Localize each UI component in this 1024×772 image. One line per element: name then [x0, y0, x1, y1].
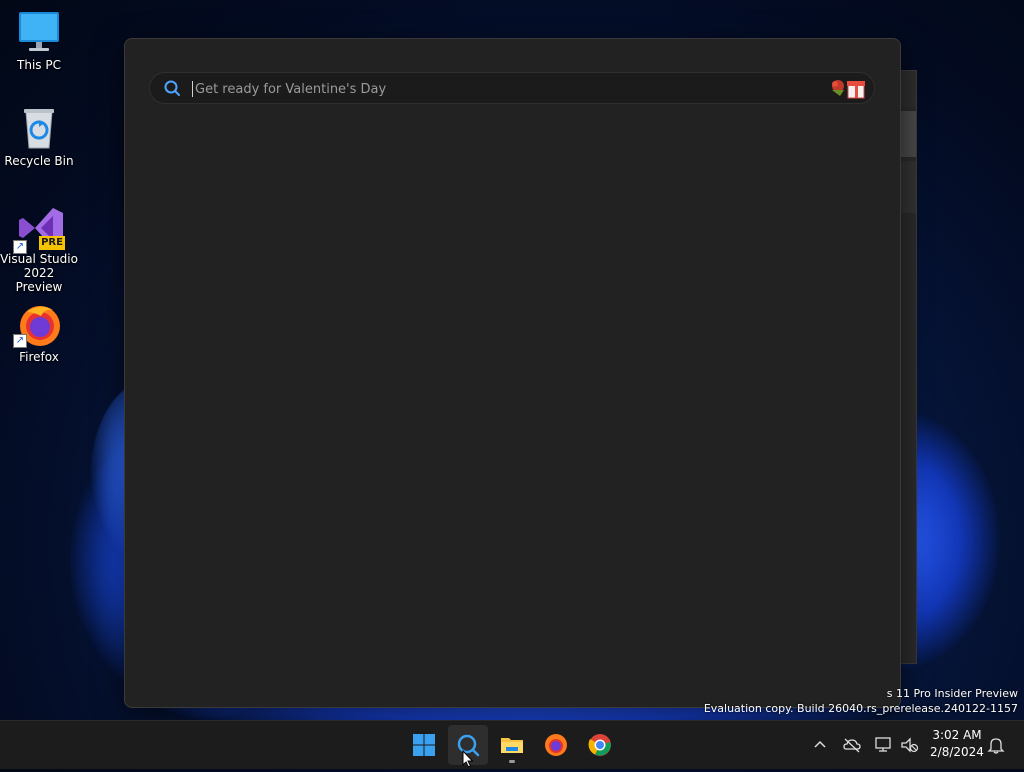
- chevron-up-icon[interactable]: [810, 735, 830, 755]
- clock-time: 3:02 AM: [932, 728, 982, 742]
- taskbar-firefox[interactable]: [536, 725, 576, 765]
- clock-date: 2/8/2024: [930, 745, 984, 759]
- volume-muted-icon[interactable]: [900, 735, 920, 755]
- notification-bell-icon[interactable]: [986, 735, 1006, 755]
- mouse-cursor: [462, 749, 474, 768]
- taskbar-file-explorer[interactable]: [492, 725, 532, 765]
- search-input[interactable]: [193, 75, 797, 103]
- desktop-icon-firefox[interactable]: ↗ Firefox: [0, 302, 78, 364]
- folder-icon: [500, 733, 524, 761]
- search-panel: [124, 38, 901, 708]
- firefox-icon: [544, 733, 568, 761]
- monitor-icon: [17, 10, 61, 54]
- running-indicator: [509, 760, 515, 763]
- chrome-icon: [588, 733, 612, 761]
- firefox-icon: ↗: [13, 302, 61, 348]
- desktop-icon-recycle-bin[interactable]: Recycle Bin: [0, 106, 78, 168]
- search-icon: [164, 80, 180, 96]
- visual-studio-preview-icon: PRE ↗: [13, 204, 65, 254]
- network-icon[interactable]: [874, 735, 894, 755]
- taskbar: 3:02 AM 2/8/2024: [0, 720, 1024, 769]
- shortcut-arrow-icon: ↗: [13, 240, 27, 254]
- desktop-icon-this-pc[interactable]: This PC: [0, 10, 78, 72]
- desktop-icon-visual-studio[interactable]: PRE ↗ Visual Studio 2022 Preview: [0, 204, 78, 294]
- start-button[interactable]: [404, 725, 444, 765]
- preview-badge: PRE: [41, 237, 63, 248]
- desktop-icon-label: Firefox: [19, 350, 59, 364]
- clock[interactable]: 3:02 AM 2/8/2024: [922, 727, 992, 761]
- desktop-icon-label: This PC: [17, 58, 61, 72]
- desktop-icon-label: Recycle Bin: [4, 154, 74, 168]
- watermark-line-2: Evaluation copy. Build 26040.rs_prerelea…: [703, 702, 1018, 715]
- search-box[interactable]: [149, 72, 875, 104]
- windows-start-icon: [412, 733, 436, 761]
- onedrive-offline-icon[interactable]: [842, 735, 862, 755]
- watermark-line-1: s 11 Pro Insider Preview: [886, 687, 1018, 700]
- recycle-bin-icon: [17, 106, 61, 150]
- desktop-icon-label: Visual Studio 2022 Preview: [0, 252, 78, 294]
- evaluation-watermark: s 11 Pro Insider Preview Evaluation copy…: [704, 686, 1018, 716]
- valentine-gift-icon[interactable]: [828, 76, 868, 100]
- shortcut-arrow-icon: ↗: [13, 334, 27, 348]
- taskbar-chrome[interactable]: [580, 725, 620, 765]
